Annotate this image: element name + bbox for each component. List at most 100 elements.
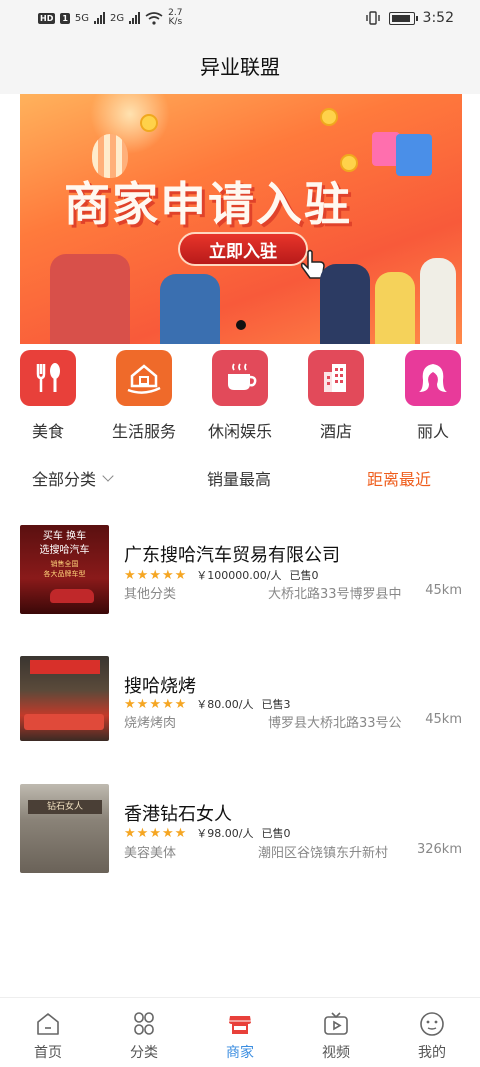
filter-sales-label: 销量最高 (207, 470, 272, 489)
category-item-life-service[interactable]: 生活服务 (104, 350, 184, 442)
thumb-text: 钻石女人 (28, 800, 102, 814)
filter-distance-nearest[interactable]: 距离最近 (367, 466, 431, 490)
merchant-address: 博罗县大桥北路33号公 (268, 716, 402, 731)
rating-stars: ★ ★ ★ ★ ★ (124, 696, 187, 712)
merchant-thumbnail: 买车 换车 选搜哈汽车 销售全国 各大品牌车型 (20, 525, 109, 614)
filter-distance-label: 距离最近 (367, 470, 432, 489)
nav-label: 商家 (226, 1045, 254, 1061)
shopper-couple-illustration (320, 264, 370, 344)
profile-face-icon (418, 1010, 446, 1038)
merchant-distance: 45km (425, 583, 462, 598)
thumb-text: 选搜哈汽车 (39, 545, 90, 556)
filter-bar: 全部分类 销量最高 距离最近 (0, 456, 480, 498)
hd-badge: HD (38, 12, 56, 24)
status-time: 3:52 (422, 10, 454, 26)
thumb-text: 各大品牌车型 (43, 570, 86, 578)
filter-all-label: 全部分类 (32, 470, 97, 489)
shopper-woman-illustration (375, 272, 415, 344)
nav-label: 首页 (34, 1045, 62, 1061)
promo-banner[interactable]: 商家申请入驻 立即入驻 (20, 94, 462, 344)
nav-item-home[interactable]: 首页 (0, 998, 96, 1067)
category-item-hotel[interactable]: 酒店 (296, 350, 376, 442)
apply-join-button[interactable]: 立即入驻 (178, 232, 308, 266)
category-row: 美食 生活服务 休闲娱乐 酒店 丽人 (0, 350, 480, 444)
woman-hair-icon (405, 350, 461, 406)
home-icon (34, 1010, 62, 1038)
bottom-nav: 首页 分类 商家 视频 我的 (0, 997, 480, 1067)
merchant-distance: 45km (425, 712, 462, 727)
banner-headline: 商家申请入驻 (64, 177, 352, 231)
battery-icon (388, 11, 418, 25)
carousel-indicator-dot[interactable] (236, 320, 246, 330)
coin-icon (140, 114, 158, 132)
merchant-meta: ★ ★ ★ ★ ★ ￥98.00/人 已售0 (124, 825, 290, 841)
category-item-leisure[interactable]: 休闲娱乐 (200, 350, 280, 442)
filter-sales-highest[interactable]: 销量最高 (207, 466, 271, 490)
merchant-address: 潮阳区谷饶镇东升新村 (258, 846, 389, 861)
thumb-text: 买车 换车 (42, 531, 87, 542)
nav-item-shop[interactable]: 商家 (192, 998, 288, 1067)
building-icon (308, 350, 364, 406)
merchant-thumbnail: 钻石女人 (20, 784, 109, 873)
merchant-item[interactable]: 买车 换车 选搜哈汽车 销售全国 各大品牌车型 广东搜哈汽车贸易有限公司 ★ ★ ★… (0, 525, 480, 625)
signal1-label: 5G (74, 12, 90, 24)
woman-at-table-illustration (50, 254, 130, 344)
category-grid-icon (130, 1010, 158, 1038)
category-label: 生活服务 (111, 422, 176, 441)
house-hand-icon (116, 350, 172, 406)
page-title: 异业联盟 (200, 54, 280, 79)
rating-stars: ★ ★ ★ ★ ★ (124, 567, 187, 583)
category-label: 酒店 (319, 422, 352, 441)
merchant-address: 大桥北路33号博罗县中 (268, 587, 402, 602)
merchant-price: ￥98.00/人 (196, 827, 254, 840)
merchant-thumbnail (20, 656, 109, 741)
signal-bars-icon (94, 12, 106, 24)
vibrate-icon (365, 11, 380, 25)
coffee-cup-icon (212, 350, 268, 406)
net-speed-unit: K/s (168, 17, 183, 27)
filter-all-categories[interactable]: 全部分类 (32, 466, 114, 490)
nav-item-category[interactable]: 分类 (96, 998, 192, 1067)
merchant-meta: ★ ★ ★ ★ ★ ￥100000.00/人 已售0 (124, 567, 318, 583)
man-with-camera-illustration (160, 274, 220, 344)
category-item-beauty[interactable]: 丽人 (393, 350, 473, 442)
shopper-man-illustration (420, 258, 456, 344)
thumb-text: 销售全国 (50, 560, 79, 568)
video-tv-icon (322, 1010, 350, 1038)
nav-item-profile[interactable]: 我的 (384, 998, 480, 1067)
merchant-price: ￥100000.00/人 (196, 569, 282, 582)
merchant-sold: 已售3 (261, 698, 291, 711)
status-bar: HD 1 5G 2G 2.7 K/s 3:52 (0, 0, 480, 36)
page-header: 异业联盟 (0, 36, 480, 94)
coin-icon (320, 108, 338, 126)
merchant-sold: 已售0 (261, 827, 291, 840)
shopping-bag-blue-icon (396, 134, 432, 176)
category-label: 丽人 (416, 422, 449, 441)
signal2-label: 2G (110, 12, 125, 24)
merchant-distance: 326km (416, 842, 462, 857)
status-right: 3:52 (365, 10, 454, 26)
category-item-food[interactable]: 美食 (8, 350, 88, 442)
nav-item-video[interactable]: 视频 (288, 998, 384, 1067)
nav-label: 分类 (130, 1045, 158, 1061)
car-image (50, 589, 94, 603)
restaurant-sign (30, 660, 100, 674)
merchant-meta: ★ ★ ★ ★ ★ ￥80.00/人 已售3 (124, 696, 290, 712)
restaurant-tables (24, 714, 104, 730)
merchant-category: 其他分类 (124, 587, 177, 602)
nav-label: 我的 (418, 1045, 446, 1061)
nav-label: 视频 (322, 1045, 350, 1061)
merchant-sold: 已售0 (289, 569, 319, 582)
merchant-name: 广东搜哈汽车贸易有限公司 (124, 545, 340, 566)
fork-spoon-icon (20, 350, 76, 406)
merchant-name: 搜哈烧烤 (124, 676, 196, 697)
merchant-item[interactable]: 搜哈烧烤 ★ ★ ★ ★ ★ ￥80.00/人 已售3 烧烤烤肉 博罗县大桥北路33号公… (0, 656, 480, 756)
net-speed: 2.7 K/s (168, 9, 182, 27)
merchant-item[interactable]: 钻石女人 香港钻石女人 ★ ★ ★ ★ ★ ￥98.00/人 已售0 美容美体 潮阳区谷… (0, 784, 480, 884)
merchant-name: 香港钻石女人 (124, 804, 232, 825)
merchant-category: 美容美体 (124, 846, 177, 861)
signal-bars-2-icon (129, 12, 141, 24)
category-label: 休闲娱乐 (207, 422, 272, 441)
sim1-badge: 1 (60, 12, 70, 24)
status-left: HD 1 5G 2G 2.7 K/s (38, 9, 183, 27)
